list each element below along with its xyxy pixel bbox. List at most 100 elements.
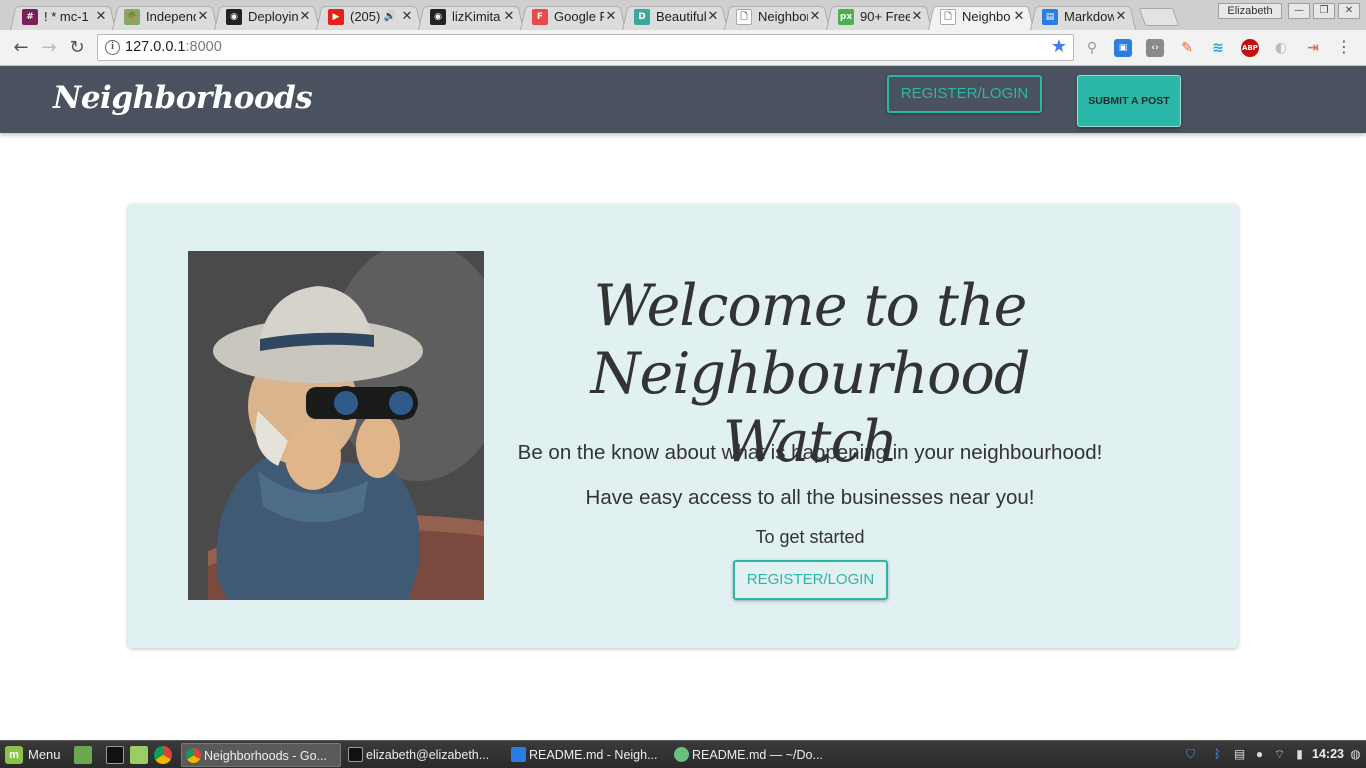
new-tab-button[interactable]: [1142, 8, 1176, 26]
close-window-icon[interactable]: ✕: [1338, 3, 1360, 19]
browser-tab[interactable]: 🌴 Independ ✕: [112, 3, 218, 30]
browser-tab-strip: #! * mc-1✕🌴Independ✕◉Deploying✕▶(205)🔊✕◉…: [0, 0, 1366, 30]
profile-button[interactable]: Elizabeth: [1218, 3, 1282, 19]
browser-tab[interactable]: 🗋 Neighbo ✕: [928, 3, 1034, 30]
bluetooth-icon[interactable]: ᛒ: [1210, 747, 1225, 762]
tab-favicon-icon: ◉: [226, 8, 242, 25]
bookmark-star-icon[interactable]: ★: [1051, 36, 1067, 57]
browser-tab[interactable]: # ! * mc-1 ✕: [10, 3, 116, 30]
tab-favicon-icon: 🗋: [736, 8, 752, 25]
browser-tab[interactable]: px 90+ Free ✕: [826, 3, 932, 30]
task-label: README.md - Neigh...: [529, 748, 658, 762]
address-bar[interactable]: i 127.0.0.1:8000 ★: [97, 34, 1074, 61]
register-login-button[interactable]: REGISTER/LOGIN: [887, 75, 1042, 113]
tab-favicon-icon: ◉: [430, 8, 446, 25]
browser-tab[interactable]: ◉ Deploying✕: [214, 3, 320, 30]
submit-post-button[interactable]: SUBMIT A POST: [1077, 75, 1181, 127]
back-arrow-icon[interactable]: ←: [10, 37, 32, 59]
files-launcher-icon[interactable]: [130, 746, 148, 764]
battery-icon[interactable]: ▮: [1292, 747, 1307, 762]
tab-favicon-icon: 🗋: [940, 8, 956, 25]
site-brand[interactable]: Neighborhoods: [53, 80, 313, 116]
site-navbar: Neighborhoods REGISTER/LOGIN SUBMIT A PO…: [0, 66, 1366, 133]
task-label: Neighborhoods - Go...: [204, 749, 327, 763]
tab-close-icon[interactable]: ✕: [1114, 9, 1128, 24]
hero-get-started-text: To get started: [755, 527, 865, 547]
minimize-icon[interactable]: —: [1288, 3, 1310, 19]
chrome-launcher-icon[interactable]: [154, 746, 172, 764]
extension-tool-icon[interactable]: ✎: [1178, 39, 1196, 57]
browser-tab[interactable]: F Google Fo✕: [520, 3, 626, 30]
menu-button[interactable]: Menu: [28, 747, 61, 762]
browser-tab[interactable]: ▶ (205) 🔊 ✕: [316, 3, 422, 30]
url-text: 127.0.0.1:8000: [125, 39, 222, 55]
hero-title-line-1: Welcome to the: [593, 273, 1028, 339]
tab-title: ! * mc-1: [44, 9, 89, 24]
tab-title: Beautiful: [656, 9, 706, 24]
tab-title: Google Fo: [554, 9, 604, 24]
browser-tab[interactable]: ◉ lizKimita ✕: [418, 3, 524, 30]
show-desktop-icon[interactable]: [74, 746, 92, 764]
extension-code-icon[interactable]: ‹›: [1146, 39, 1164, 57]
extension-screen-icon[interactable]: ▣: [1114, 39, 1132, 57]
terminal-launcher-icon[interactable]: [106, 746, 124, 764]
tab-title: Neighbo: [962, 9, 1011, 24]
tab-title: Markdow: [1064, 9, 1114, 24]
extension-puzzle-icon[interactable]: ◐: [1272, 39, 1290, 57]
tab-favicon-icon: 🌴: [124, 8, 140, 25]
clipboard-icon[interactable]: ▤: [1232, 747, 1247, 762]
url-host: 127.0.0.1: [125, 39, 186, 55]
task-atom[interactable]: README.md — ~/Do...: [670, 743, 830, 767]
hero-tagline-2: Have easy access to all the businesses n…: [585, 486, 1035, 509]
restore-icon[interactable]: ❐: [1313, 3, 1335, 19]
user-icon[interactable]: ●: [1252, 747, 1267, 762]
adblock-icon[interactable]: ABP: [1241, 39, 1259, 57]
tab-favicon-icon: ▶: [328, 8, 344, 25]
task-vscode[interactable]: README.md - Neigh...: [507, 743, 667, 767]
url-port: :8000: [185, 39, 222, 55]
browser-tab[interactable]: ▤ Markdow ✕: [1030, 3, 1136, 30]
tab-favicon-icon: px: [838, 8, 854, 25]
forward-arrow-icon[interactable]: →: [38, 37, 60, 59]
tab-title: Neighbor: [758, 9, 808, 24]
tab-favicon-icon: #: [22, 8, 38, 25]
hero-register-login-button[interactable]: REGISTER/LOGIN: [733, 560, 888, 600]
tab-title: Deploying: [248, 9, 298, 24]
tab-audio-icon[interactable]: 🔊: [384, 11, 396, 22]
desktop-taskbar: m Menu Neighborhoods - Go... elizabeth@e…: [0, 740, 1366, 768]
browser-tab[interactable]: D Beautiful ✕: [622, 3, 728, 30]
task-label: README.md — ~/Do...: [692, 748, 823, 762]
vscode-icon: [511, 747, 526, 762]
browser-tab[interactable]: 🗋 Neighbor ✕: [724, 3, 830, 30]
browser-menu-icon[interactable]: ⋮: [1336, 38, 1352, 56]
tab-close-icon[interactable]: ✕: [1012, 9, 1026, 24]
tab-close-icon[interactable]: ✕: [808, 9, 822, 24]
tab-close-icon[interactable]: ✕: [910, 9, 924, 24]
reload-icon[interactable]: ↻: [66, 37, 88, 59]
tab-title: (205): [350, 9, 381, 24]
extension-wave-icon[interactable]: ≋: [1209, 39, 1227, 57]
notifications-icon[interactable]: ◍: [1348, 747, 1363, 762]
tab-list: #! * mc-1✕🌴Independ✕◉Deploying✕▶(205)🔊✕◉…: [10, 3, 1176, 30]
tab-title: lizKimita: [452, 9, 501, 24]
tab-close-icon[interactable]: ✕: [94, 9, 108, 24]
tab-favicon-icon: D: [634, 8, 650, 25]
zoom-icon[interactable]: ⚲: [1083, 39, 1101, 57]
tab-close-icon[interactable]: ✕: [400, 9, 414, 24]
terminal-icon: [348, 747, 363, 762]
tab-close-icon[interactable]: ✕: [502, 9, 516, 24]
wifi-icon[interactable]: ⌔: [1272, 747, 1287, 762]
site-info-icon[interactable]: i: [105, 40, 120, 55]
tab-title: Independ: [146, 9, 196, 24]
task-terminal[interactable]: elizabeth@elizabeth...: [344, 743, 504, 767]
tab-close-icon[interactable]: ✕: [298, 9, 312, 24]
extension-share-icon[interactable]: ⇥: [1304, 39, 1322, 57]
clock[interactable]: 14:23: [1312, 747, 1344, 761]
shield-icon[interactable]: ⛉: [1183, 747, 1198, 762]
task-chrome[interactable]: Neighborhoods - Go...: [181, 743, 341, 767]
mint-logo-icon[interactable]: m: [5, 746, 23, 764]
atom-icon: [674, 747, 689, 762]
tab-close-icon[interactable]: ✕: [706, 9, 720, 24]
tab-close-icon[interactable]: ✕: [604, 9, 618, 24]
tab-close-icon[interactable]: ✕: [196, 9, 210, 24]
